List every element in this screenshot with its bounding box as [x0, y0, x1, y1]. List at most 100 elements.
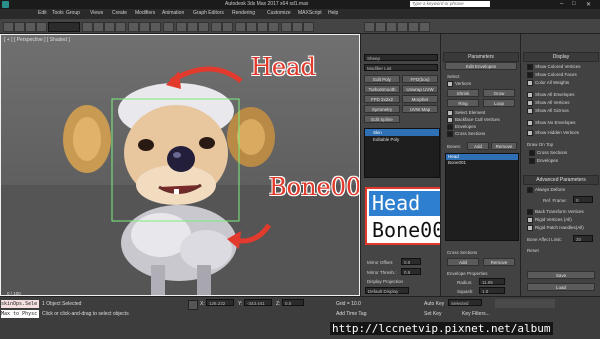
- stack-item-editable-poly[interactable]: Editable Poly: [365, 136, 439, 143]
- key-mode-dropdown[interactable]: Selected: [448, 299, 482, 306]
- show-hidden-vertices-checkbox[interactable]: Show Hidden Vertices: [527, 130, 579, 136]
- selection-filter-dropdown[interactable]: [48, 22, 80, 32]
- show-no-envelopes-checkbox[interactable]: Show No Envelopes: [527, 120, 576, 126]
- schematic-icon[interactable]: [257, 22, 268, 32]
- rotate-icon[interactable]: [139, 22, 150, 32]
- display-tab-icon[interactable]: [408, 22, 419, 32]
- morpher-button[interactable]: Morpher: [402, 95, 438, 103]
- undo-icon[interactable]: [3, 22, 14, 32]
- material-editor-icon[interactable]: [268, 22, 279, 32]
- hierarchy-tab-icon[interactable]: [386, 22, 397, 32]
- color-all-weights-checkbox[interactable]: Color All Weights: [527, 80, 569, 86]
- reference-coord-icon[interactable]: [163, 22, 174, 32]
- remove-bone-button[interactable]: Remove: [491, 142, 517, 150]
- display-header[interactable]: Display: [523, 52, 599, 62]
- uvw-map-button[interactable]: UVW Map: [402, 105, 438, 113]
- mirror-thresh-field[interactable]: 0.5: [401, 268, 421, 275]
- ref-frame-field[interactable]: 0: [573, 196, 593, 203]
- grow-button[interactable]: Grow: [483, 89, 515, 97]
- mirror-offset-field[interactable]: 0.0: [401, 258, 421, 265]
- cross-sections-checkbox[interactable]: Cross Sections: [447, 131, 485, 137]
- ring-button[interactable]: Ring: [447, 99, 479, 107]
- menu-group[interactable]: Group: [66, 10, 80, 16]
- symmetry-button[interactable]: Symmetry: [364, 105, 400, 113]
- bone-item-bone001[interactable]: Bone001: [446, 160, 518, 166]
- lock-icon[interactable]: [188, 300, 198, 310]
- maxscript-listener-2[interactable]: Max to Physc: [1, 310, 39, 318]
- squash-field[interactable]: 1.0: [479, 287, 505, 294]
- x-coord-field[interactable]: 126.232: [206, 299, 234, 306]
- modifier-stack[interactable]: Skin Editable Poly: [364, 128, 440, 178]
- display-projection-dropdown[interactable]: Default Display: [365, 287, 409, 294]
- show-all-gizmos-checkbox[interactable]: Show All Gizmos: [527, 108, 569, 114]
- vertices-checkbox[interactable]: Vertices: [447, 81, 471, 87]
- maximize-icon[interactable]: □: [572, 1, 582, 7]
- load-button[interactable]: Load: [527, 283, 595, 291]
- utilities-tab-icon[interactable]: [419, 22, 430, 32]
- unlink-icon[interactable]: [36, 22, 47, 32]
- curve-editor-icon[interactable]: [246, 22, 257, 32]
- align-icon[interactable]: [222, 22, 233, 32]
- link-icon[interactable]: [25, 22, 36, 32]
- radius-field[interactable]: 11.95: [479, 278, 505, 285]
- close-icon[interactable]: ✕: [586, 1, 596, 8]
- redo-icon[interactable]: [14, 22, 25, 32]
- show-all-vertices-checkbox[interactable]: Show All Vertices: [527, 100, 570, 106]
- menu-tools[interactable]: Tools: [52, 10, 64, 16]
- create-tab-icon[interactable]: [364, 22, 375, 32]
- layer-icon[interactable]: [235, 22, 246, 32]
- window-crossing-icon[interactable]: [115, 22, 126, 32]
- rigid-patch-handles-checkbox[interactable]: Rigid Patch Handles(All): [527, 225, 584, 231]
- draw-cross-sections-checkbox[interactable]: Cross Sections: [529, 150, 567, 156]
- menu-edit[interactable]: Edit: [38, 10, 47, 16]
- menu-maxscript[interactable]: MAXScript: [298, 10, 322, 16]
- select-by-name-icon[interactable]: [93, 22, 104, 32]
- auto-key-label[interactable]: Auto Key: [424, 301, 444, 307]
- advanced-parameters-header[interactable]: Advanced Parameters: [523, 175, 599, 185]
- backface-cull-checkbox[interactable]: Backface Cull Vertices: [447, 117, 500, 123]
- bones-list[interactable]: Head Bone001: [445, 153, 519, 241]
- menu-graph-editors[interactable]: Graph Editors: [193, 10, 224, 16]
- maxscript-listener-1[interactable]: skinOps.Sele: [1, 300, 39, 308]
- loop-button[interactable]: Loop: [483, 99, 515, 107]
- ffd-box-button[interactable]: FFD(box): [402, 75, 438, 83]
- menu-customize[interactable]: Customize: [267, 10, 291, 16]
- cs-remove-button[interactable]: Remove: [483, 258, 515, 266]
- stack-item-skin[interactable]: Skin: [365, 129, 439, 136]
- move-icon[interactable]: [128, 22, 139, 32]
- perspective-viewport[interactable]: [ + ] [ Perspective ] [ Shaded ] Head Bo…: [0, 34, 360, 296]
- edit-poly-button[interactable]: Edit Poly: [364, 75, 400, 83]
- modify-tab-icon[interactable]: [375, 22, 386, 32]
- menu-help[interactable]: Help: [328, 10, 338, 16]
- mirror-icon[interactable]: [211, 22, 222, 32]
- snap-icon[interactable]: [176, 22, 187, 32]
- key-filters-button[interactable]: Key Filters...: [462, 311, 490, 317]
- select-region-icon[interactable]: [104, 22, 115, 32]
- ffd-2x2x2-button[interactable]: FFD 2x2x2: [364, 95, 400, 103]
- search-input[interactable]: Type a keyword or phrase: [410, 1, 490, 7]
- scale-icon[interactable]: [150, 22, 161, 32]
- minimize-icon[interactable]: –: [560, 1, 570, 7]
- add-time-tag[interactable]: Add Time Tag: [336, 311, 366, 317]
- render-setup-icon[interactable]: [281, 22, 292, 32]
- select-element-checkbox[interactable]: Select Element: [447, 110, 485, 116]
- z-coord-field[interactable]: 0.0: [282, 299, 304, 306]
- select-object-icon[interactable]: [82, 22, 93, 32]
- add-bone-button[interactable]: Add: [467, 142, 489, 150]
- show-all-envelopes-checkbox[interactable]: Show All Envelopes: [527, 92, 575, 98]
- show-colored-faces-checkbox[interactable]: Show Colored Faces: [527, 72, 577, 78]
- envelopes-checkbox[interactable]: Envelopes: [447, 124, 476, 130]
- bone-affect-limit-field[interactable]: 20: [573, 235, 593, 242]
- parameters-header[interactable]: Parameters: [443, 52, 519, 62]
- menu-modifiers[interactable]: Modifiers: [135, 10, 155, 16]
- menu-views[interactable]: Views: [90, 10, 103, 16]
- menu-rendering[interactable]: Rendering: [232, 10, 255, 16]
- modifier-list-dropdown[interactable]: Modifier List: [364, 64, 438, 71]
- set-key-label[interactable]: Set Key: [424, 311, 442, 317]
- object-name-field[interactable]: Sheep: [364, 54, 438, 61]
- draw-envelopes-checkbox[interactable]: Envelopes: [529, 158, 558, 164]
- rigid-vertices-checkbox[interactable]: Rigid Vertices (All): [527, 217, 572, 223]
- edit-envelopes-button[interactable]: Edit Envelopes: [445, 62, 517, 70]
- menu-animation[interactable]: Animation: [162, 10, 184, 16]
- app-logo-icon[interactable]: [2, 1, 9, 8]
